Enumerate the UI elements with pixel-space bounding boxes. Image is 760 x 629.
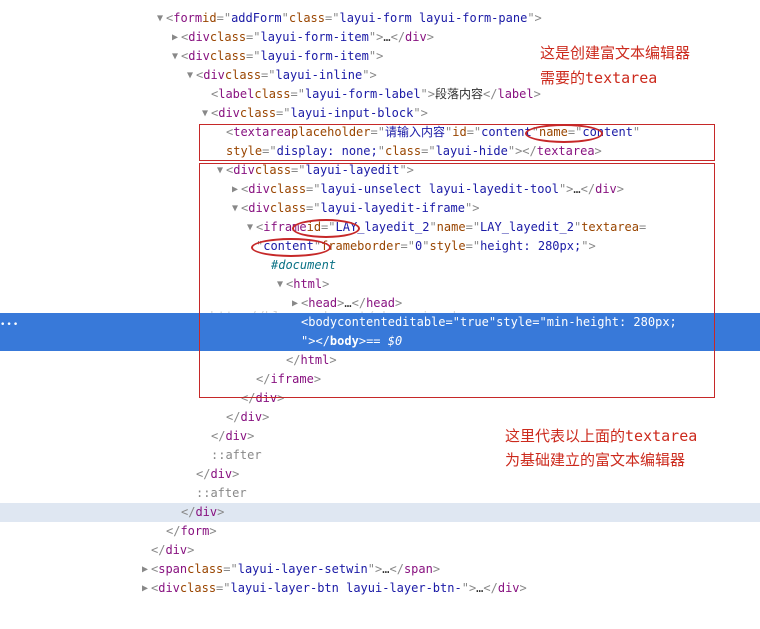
- dom-node-div-close6[interactable]: </div>: [0, 541, 760, 560]
- dom-node-document[interactable]: #document: [0, 256, 760, 275]
- expand-arrow-down[interactable]: ▼: [229, 199, 241, 218]
- dom-node-label[interactable]: <label class="layui-form-label">段落内容</la…: [0, 85, 760, 104]
- dom-node-html[interactable]: ▼ <html>: [0, 275, 760, 294]
- expand-arrow-down[interactable]: ▼: [199, 104, 211, 123]
- dom-node-textarea-cont[interactable]: style="display: none;" class="layui-hide…: [0, 142, 760, 161]
- dom-node-iframe-close[interactable]: </iframe>: [0, 370, 760, 389]
- expand-arrow-right[interactable]: ▶: [169, 28, 181, 47]
- dom-node-div-close4[interactable]: </div>: [0, 465, 760, 484]
- dom-node-form-close[interactable]: </form>: [0, 522, 760, 541]
- expand-arrow-right[interactable]: ▶: [139, 560, 151, 579]
- gutter-marker: •••: [0, 316, 14, 335]
- dom-node-span-setwin[interactable]: ▶ <span class="layui-layer-setwin">…</sp…: [0, 560, 760, 579]
- dom-node-div-close2[interactable]: </div>: [0, 408, 760, 427]
- dom-node-div-btn[interactable]: ▶ <div class="layui-layer-btn layui-laye…: [0, 579, 760, 598]
- dom-node-div-tool[interactable]: ▶ <div class="layui-unselect layui-layed…: [0, 180, 760, 199]
- expand-arrow-down[interactable]: ▼: [169, 47, 181, 66]
- dom-node-div-formitem2[interactable]: ▼ <div class="layui-form-item">: [0, 47, 760, 66]
- dom-node-iframe[interactable]: ▼ <iframe id="LAY_layedit_2" name="LAY_l…: [0, 218, 760, 237]
- dom-node-div-close3[interactable]: </div>: [0, 427, 760, 446]
- expand-arrow-down[interactable]: ▼: [154, 9, 166, 28]
- expand-arrow-right[interactable]: ▶: [229, 180, 241, 199]
- dom-node-iframe-cont[interactable]: "content" frameborder="0" style="height:…: [0, 237, 760, 256]
- expand-arrow-down[interactable]: ▼: [184, 66, 196, 85]
- dom-node-body-selected[interactable]: <body contenteditable="true" style="min-…: [0, 313, 760, 351]
- expand-arrow-right[interactable]: ▶: [139, 579, 151, 598]
- dom-node-html-close[interactable]: </html>: [0, 351, 760, 370]
- dom-node-head[interactable]: ▶ <head>…</head>: [0, 294, 760, 313]
- expand-arrow-down[interactable]: ▼: [214, 161, 226, 180]
- dom-node-div-layedit[interactable]: ▼ <div class="layui-layedit">: [0, 161, 760, 180]
- dom-node-div-iframe[interactable]: ▼ <div class="layui-layedit-iframe">: [0, 199, 760, 218]
- expand-arrow-down[interactable]: ▼: [274, 275, 286, 294]
- expand-arrow-down[interactable]: ▼: [244, 218, 256, 237]
- dom-node-textarea[interactable]: <textarea placeholder="请输入内容" id="conten…: [0, 123, 760, 142]
- dom-node-div-close1[interactable]: </div>: [0, 389, 760, 408]
- dom-node-after2[interactable]: ::after: [0, 484, 760, 503]
- dom-node-after1[interactable]: ::after: [0, 446, 760, 465]
- dom-node-div-inline[interactable]: ▼ <div class="layui-inline">: [0, 66, 760, 85]
- dom-node-form[interactable]: ▼ <form id="addForm" class="layui-form l…: [0, 9, 760, 28]
- expand-arrow-right[interactable]: ▶: [289, 294, 301, 313]
- dom-node-div-formitem1[interactable]: ▶ <div class="layui-form-item">…</div>: [0, 28, 760, 47]
- dom-tree[interactable]: ▼ <form id="addForm" class="layui-form l…: [0, 0, 760, 598]
- dom-node-div-inputblock[interactable]: ▼ <div class="layui-input-block">: [0, 104, 760, 123]
- dom-node-div-close5[interactable]: </div>: [0, 503, 760, 522]
